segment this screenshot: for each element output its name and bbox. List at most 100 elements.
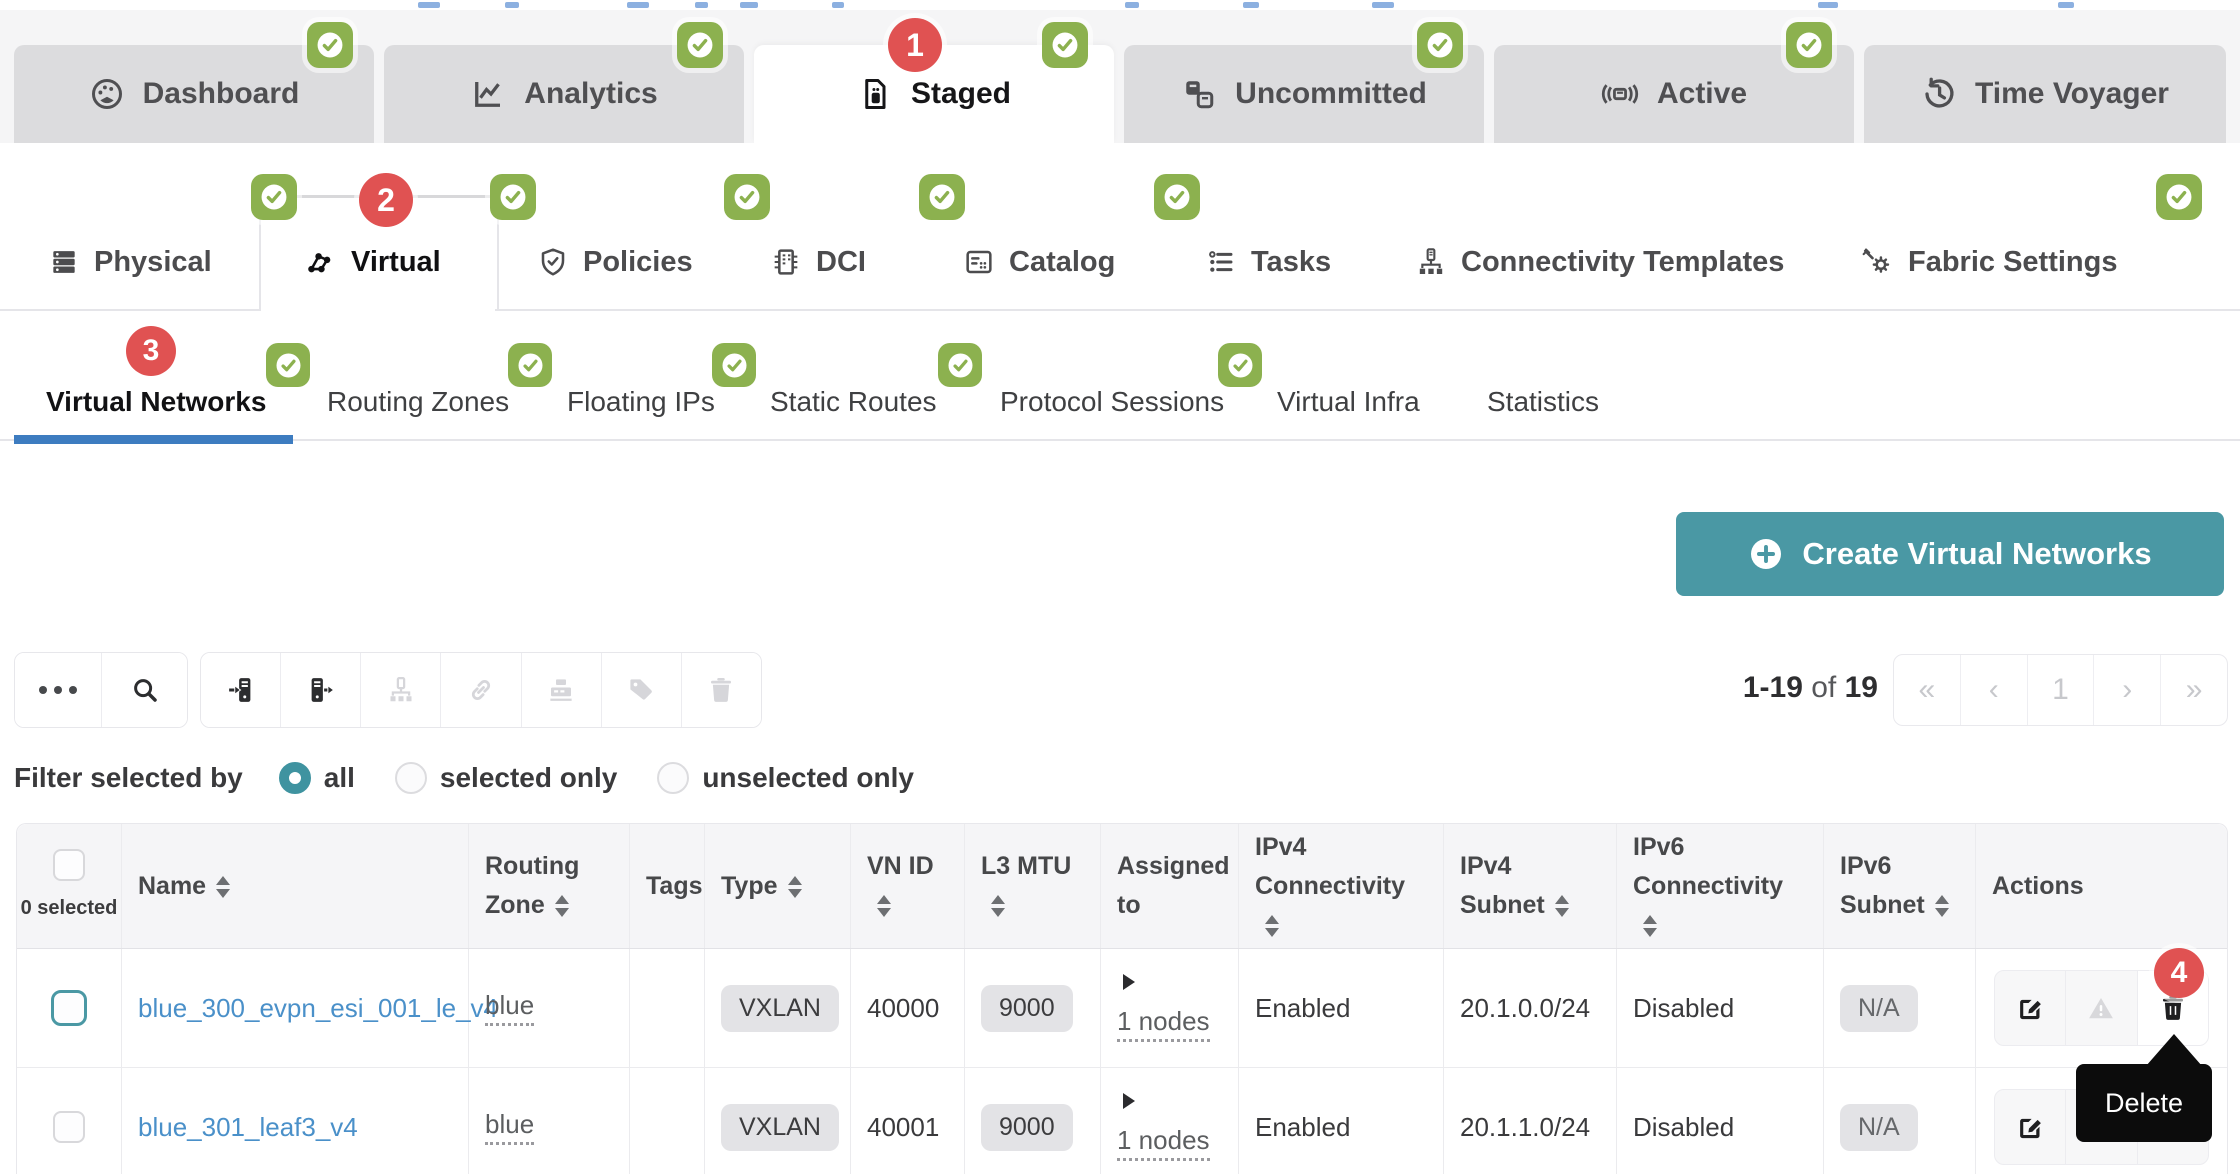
tab-physical[interactable]: Physical xyxy=(48,240,212,284)
next-page-button[interactable]: › xyxy=(2094,655,2161,725)
sort-icon[interactable] xyxy=(877,895,891,917)
tab-virtual-networks[interactable]: Virtual Networks xyxy=(46,381,266,423)
filter-all-radio[interactable] xyxy=(279,762,311,794)
tab-label: Virtual Networks xyxy=(46,386,266,418)
l3-mtu-badge: 9000 xyxy=(981,1104,1073,1151)
tasks-list-icon xyxy=(1205,246,1237,278)
plus-circle-icon xyxy=(1748,536,1784,572)
column-header-ipv6-subnet[interactable]: IPv6 Subnet xyxy=(1824,824,1976,948)
tab-label: Floating IPs xyxy=(567,386,715,418)
page-total: 19 xyxy=(1845,671,1878,704)
first-page-button[interactable]: « xyxy=(1894,655,1961,725)
assigned-nodes-link[interactable]: 1 nodes xyxy=(1117,1006,1210,1042)
column-header-name[interactable]: Name xyxy=(122,824,469,948)
fabric-settings-icon xyxy=(1860,246,1894,278)
delete-tooltip: Delete xyxy=(2076,1064,2212,1142)
last-page-button[interactable]: » xyxy=(2161,655,2227,725)
tab-protocol-sessions[interactable]: Protocol Sessions xyxy=(1000,381,1224,423)
routing-zone-link[interactable]: blue xyxy=(485,1109,534,1145)
column-header-type[interactable]: Type xyxy=(705,824,851,948)
pager: « ‹ 1 › » xyxy=(1893,654,2228,726)
column-header-l3-mtu[interactable]: L3 MTU xyxy=(965,824,1101,948)
tab-statistics[interactable]: Statistics xyxy=(1487,381,1599,423)
column-header-ipv4-connectivity[interactable]: IPv4 Connectivity xyxy=(1239,824,1444,948)
import-button[interactable] xyxy=(201,653,281,727)
virtual-network-icon xyxy=(303,245,337,279)
virtual-sub-tab-bar: Virtual Networks Routing Zones Floating … xyxy=(0,311,2240,447)
tab-connectivity-templates[interactable]: Connectivity Templates xyxy=(1415,240,1784,284)
dashboard-gauge-icon xyxy=(89,76,125,112)
step-4-badge: 4 xyxy=(2154,948,2204,998)
sort-icon[interactable] xyxy=(1555,895,1569,917)
page-of-label: of xyxy=(1811,671,1836,704)
check-badge-icon xyxy=(307,22,353,68)
l3-mtu-cell: 9000 xyxy=(965,949,1101,1067)
sort-icon[interactable] xyxy=(555,895,569,917)
routing-zone-link[interactable]: blue xyxy=(485,990,534,1026)
prev-page-button[interactable]: ‹ xyxy=(1961,655,2028,725)
check-badge-icon xyxy=(1042,22,1088,68)
export-button[interactable] xyxy=(281,653,361,727)
tab-label: Tasks xyxy=(1251,246,1331,279)
tab-tasks[interactable]: Tasks xyxy=(1205,240,1331,284)
filter-unselected-only-label[interactable]: unselected only xyxy=(702,762,914,794)
select-all-header: 0 selected xyxy=(17,824,122,948)
tab-time-voyager[interactable]: Time Voyager xyxy=(1864,45,2226,143)
vn-id-cell: 40000 xyxy=(851,949,965,1067)
tab-virtual-infra[interactable]: Virtual Infra xyxy=(1277,381,1420,423)
filter-unselected-only-radio[interactable] xyxy=(657,762,689,794)
check-badge-icon xyxy=(677,22,723,68)
tab-policies[interactable]: Policies xyxy=(537,240,693,284)
topology-assign-icon xyxy=(386,675,416,705)
current-page-button[interactable]: 1 xyxy=(2028,655,2095,725)
tab-static-routes[interactable]: Static Routes xyxy=(770,381,937,423)
more-options-button[interactable] xyxy=(15,653,102,727)
sort-icon[interactable] xyxy=(788,876,802,898)
table-menu-group xyxy=(14,652,188,728)
column-header-routing-zone[interactable]: Routing Zone xyxy=(469,824,630,948)
clipped-text-fragment xyxy=(832,2,844,8)
time-voyager-icon xyxy=(1921,76,1957,112)
select-all-checkbox[interactable] xyxy=(53,849,85,881)
tab-catalog[interactable]: Catalog xyxy=(963,240,1115,284)
table-header-row: 0 selected Name Routing Zone Tags Type V… xyxy=(17,824,2227,949)
expand-caret-icon[interactable] xyxy=(1123,1093,1135,1109)
tag-icon xyxy=(626,675,656,705)
row-checkbox[interactable] xyxy=(51,990,87,1026)
sort-icon[interactable] xyxy=(1643,915,1657,937)
sort-icon[interactable] xyxy=(1265,915,1279,937)
column-header-actions: Actions xyxy=(1976,824,2225,948)
tab-label: Active xyxy=(1657,77,1747,111)
edit-button[interactable] xyxy=(1995,971,2066,1045)
sort-icon[interactable] xyxy=(991,895,1005,917)
tab-routing-zones[interactable]: Routing Zones xyxy=(327,381,509,423)
physical-servers-icon xyxy=(48,246,80,278)
column-header-vn-id[interactable]: VN ID xyxy=(851,824,965,948)
filter-selected-only-label[interactable]: selected only xyxy=(440,762,617,794)
tab-dci[interactable]: DCI xyxy=(770,240,866,284)
filter-all-label[interactable]: all xyxy=(324,762,355,794)
search-button[interactable] xyxy=(102,653,187,727)
create-virtual-networks-button[interactable]: Create Virtual Networks xyxy=(1676,512,2224,596)
sort-icon[interactable] xyxy=(216,876,230,898)
sort-icon[interactable] xyxy=(1935,895,1949,917)
check-badge-icon xyxy=(251,174,297,220)
tab-fabric-settings[interactable]: Fabric Settings xyxy=(1860,240,2118,284)
assigned-nodes-link[interactable]: 1 nodes xyxy=(1117,1125,1210,1161)
l3-mtu-badge: 9000 xyxy=(981,985,1073,1032)
virtual-network-link[interactable]: blue_301_leaf3_v4 xyxy=(138,1112,358,1143)
check-badge-icon xyxy=(266,343,310,387)
tab-virtual[interactable]: Virtual xyxy=(303,240,441,284)
column-header-ipv4-subnet[interactable]: IPv4 Subnet xyxy=(1444,824,1617,948)
edit-button[interactable] xyxy=(1995,1090,2066,1164)
tab-floating-ips[interactable]: Floating IPs xyxy=(567,381,715,423)
check-badge-icon xyxy=(508,343,552,387)
row-checkbox[interactable] xyxy=(53,1111,85,1143)
column-header-ipv6-connectivity[interactable]: IPv6 Connectivity xyxy=(1617,824,1824,948)
filter-selected-only-radio[interactable] xyxy=(395,762,427,794)
expand-caret-icon[interactable] xyxy=(1123,974,1135,990)
tab-label: Dashboard xyxy=(143,77,300,111)
virtual-network-link[interactable]: blue_300_evpn_esi_001_le_v4 xyxy=(138,993,498,1024)
selected-count-label: 0 selected xyxy=(21,893,118,924)
tab-label: Connectivity Templates xyxy=(1461,246,1784,279)
